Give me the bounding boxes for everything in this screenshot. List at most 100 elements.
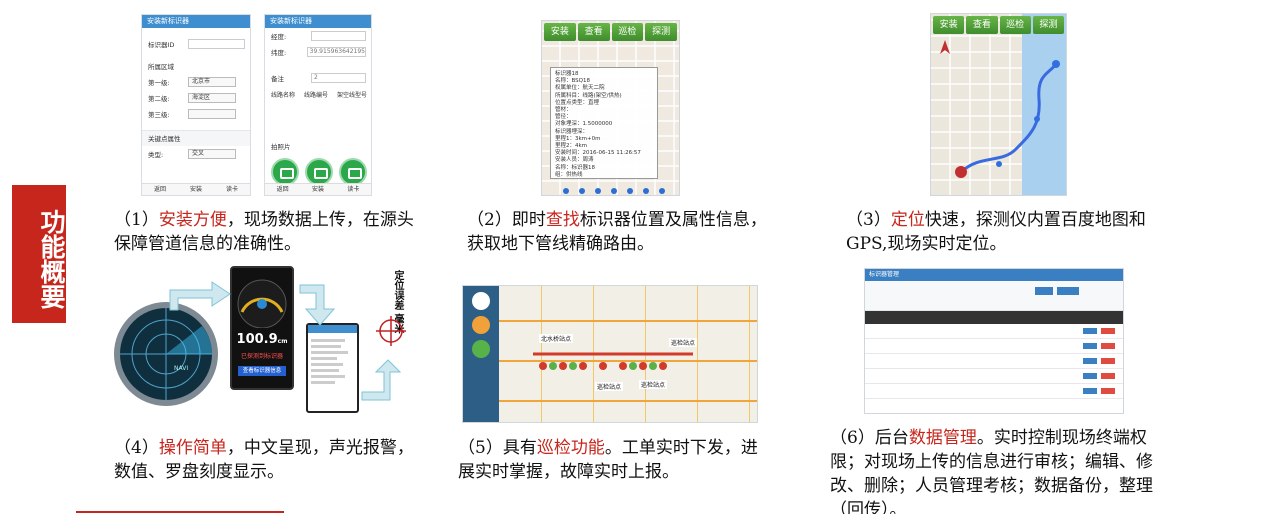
section-label: 功能概要 bbox=[12, 185, 66, 323]
caption-highlight: 巡检功能 bbox=[536, 438, 605, 458]
reading-value: 100.9 bbox=[236, 332, 278, 347]
caption-patrol: （5）具有巡检功能。工单实时下发，进展实时掌握，故障实时上报。 bbox=[458, 436, 764, 484]
caption-highlight: 操作简单 bbox=[158, 438, 227, 458]
col-line-name: 线路名称 bbox=[271, 91, 296, 99]
patrol-map: 北水桥站点 巡检站点 巡检站点 巡检站点 bbox=[462, 285, 758, 423]
gps-route-map: 安装 查看 巡检 探测 bbox=[930, 13, 1067, 196]
detector-device: 100.9cm 已探测到标识器 查看标识器信息 bbox=[230, 266, 294, 390]
gauge-icon bbox=[237, 279, 287, 328]
caption-number: （6）后台 bbox=[830, 428, 909, 448]
compass-label: NAVI bbox=[174, 365, 188, 372]
marker-info-screen bbox=[306, 323, 359, 413]
install-button[interactable]: 安装 bbox=[190, 184, 202, 195]
id-input[interactable] bbox=[188, 39, 245, 49]
col-cable-model: 架空线型号 bbox=[336, 91, 367, 99]
read-card-button[interactable]: 读卡 bbox=[347, 184, 359, 195]
filter-bar bbox=[865, 281, 1123, 311]
flow-arrow-icon bbox=[299, 284, 336, 326]
caption-operation: （4）操作简单，中文呈现，声光报警，数值、罗盘刻度显示。 bbox=[114, 436, 414, 484]
install-form-screen-1: 安装新标识器 标识器ID 所属区域 第一级: 北京市 第二级: 海淀区 第三级: 关… bbox=[141, 14, 251, 196]
screen-footer: 返回 安装 读卡 bbox=[142, 183, 250, 195]
patrol-station-label: 巡检站点 bbox=[639, 380, 668, 389]
caption-highlight: 查找 bbox=[545, 210, 580, 230]
table-row bbox=[865, 324, 1123, 339]
keypoint-section: 关键点属性 bbox=[142, 130, 250, 146]
compass-radar-icon: NAVI bbox=[114, 302, 218, 406]
patrol-station-label: 巡检站点 bbox=[669, 338, 698, 347]
install-button[interactable]: 安装 bbox=[312, 184, 324, 195]
level1-label: 第一级: bbox=[148, 79, 170, 87]
camera-icon[interactable] bbox=[339, 158, 367, 186]
compass-north-icon bbox=[940, 40, 950, 54]
caption-number: （2）即时 bbox=[467, 210, 546, 230]
remark-label: 备注 bbox=[271, 75, 284, 83]
lat-input[interactable]: 39.915963642195 bbox=[306, 47, 366, 57]
caption-query: （2）即时查找标识器位置及属性信息，获取地下管线精确路由。 bbox=[467, 208, 767, 256]
patrol-station-label: 北水桥站点 bbox=[539, 334, 574, 343]
caption-backend: （6）后台数据管理。实时控制现场终端权限；对现场上传的信息进行审核；编辑、修改、… bbox=[830, 426, 1180, 514]
delete-button[interactable] bbox=[1101, 388, 1115, 394]
marker-pins bbox=[563, 188, 665, 194]
type-select[interactable]: 交叉 bbox=[188, 149, 236, 159]
caption-number: （3） bbox=[846, 210, 891, 230]
admin-dashboard: 标识器管理 bbox=[864, 268, 1124, 414]
patrol-route bbox=[533, 352, 693, 370]
camera-icon[interactable] bbox=[305, 158, 333, 186]
id-label: 标识器ID bbox=[148, 41, 175, 49]
caption-number: （4） bbox=[114, 438, 159, 458]
alert-text: 已探测到标识器 bbox=[240, 353, 283, 360]
screen-title: 安装新标识器 bbox=[142, 15, 250, 28]
level3-select[interactable] bbox=[188, 109, 236, 119]
edit-button[interactable] bbox=[1083, 358, 1097, 364]
search-button[interactable] bbox=[1035, 287, 1053, 295]
edit-button[interactable] bbox=[1083, 373, 1097, 379]
route-path bbox=[955, 60, 1060, 178]
read-card-button[interactable]: 读卡 bbox=[226, 184, 238, 195]
delete-button[interactable] bbox=[1101, 358, 1115, 364]
type-label: 类型: bbox=[148, 151, 164, 159]
caption-highlight: 数据管理 bbox=[908, 428, 977, 448]
dashboard-title: 标识器管理 bbox=[865, 269, 1123, 281]
table-row bbox=[865, 339, 1123, 354]
crosshair-icon bbox=[376, 316, 406, 346]
edit-button[interactable] bbox=[1083, 328, 1097, 334]
install-form-screen-2: 安装新标识器 经度: 纬度: 39.915963642195 备注 2 线路名称 线… bbox=[264, 14, 372, 196]
caption-number: （5）具有 bbox=[458, 438, 537, 458]
lon-input[interactable] bbox=[311, 31, 366, 41]
caption-install: （1）安装方便，现场数据上传，在源头保障管道信息的准确性。 bbox=[114, 208, 416, 256]
remark-input[interactable]: 2 bbox=[311, 73, 366, 83]
flow-arrow-icon bbox=[361, 359, 402, 401]
marker-query-map: 安装 查看 巡检 探测 标识器18 名称：BSQ18 权属单位：航天二院 所属科… bbox=[541, 20, 680, 196]
delete-button[interactable] bbox=[1101, 328, 1115, 334]
level2-label: 第二级: bbox=[148, 95, 170, 103]
edit-button[interactable] bbox=[1083, 388, 1097, 394]
delete-button[interactable] bbox=[1101, 343, 1115, 349]
table-row bbox=[865, 369, 1123, 384]
camera-icon[interactable] bbox=[271, 158, 299, 186]
region-label: 所属区域 bbox=[148, 63, 174, 71]
level3-label: 第三级: bbox=[148, 111, 170, 119]
caption-number: （1） bbox=[114, 210, 159, 230]
caption-highlight: 定位 bbox=[890, 210, 925, 230]
caption-highlight: 安装方便 bbox=[158, 210, 227, 230]
reading-unit: cm bbox=[277, 338, 288, 345]
screen-footer: 返回 安装 读卡 bbox=[265, 183, 371, 195]
bottom-divider bbox=[76, 511, 284, 513]
caption-locate: （3）定位快速，探测仪内置百度地图和GPS,现场实时定位。 bbox=[846, 208, 1146, 256]
level1-select[interactable]: 北京市 bbox=[188, 77, 236, 87]
screen-title: 安装新标识器 bbox=[265, 15, 371, 28]
table-header bbox=[865, 311, 1123, 324]
back-button[interactable]: 返回 bbox=[154, 184, 166, 195]
lat-label: 纬度: bbox=[271, 49, 287, 57]
edit-button[interactable] bbox=[1083, 343, 1097, 349]
photo-label: 拍照片 bbox=[271, 143, 291, 151]
lon-label: 经度: bbox=[271, 33, 287, 41]
delete-button[interactable] bbox=[1101, 373, 1115, 379]
col-line-number: 线路编号 bbox=[303, 91, 328, 99]
view-marker-button[interactable]: 查看标识器信息 bbox=[238, 366, 286, 376]
flow-arrow-icon bbox=[169, 281, 231, 311]
back-button[interactable]: 返回 bbox=[277, 184, 289, 195]
export-button[interactable] bbox=[1057, 287, 1079, 295]
level2-select[interactable]: 海淀区 bbox=[188, 93, 236, 103]
patrol-station-label: 巡检站点 bbox=[595, 382, 624, 391]
